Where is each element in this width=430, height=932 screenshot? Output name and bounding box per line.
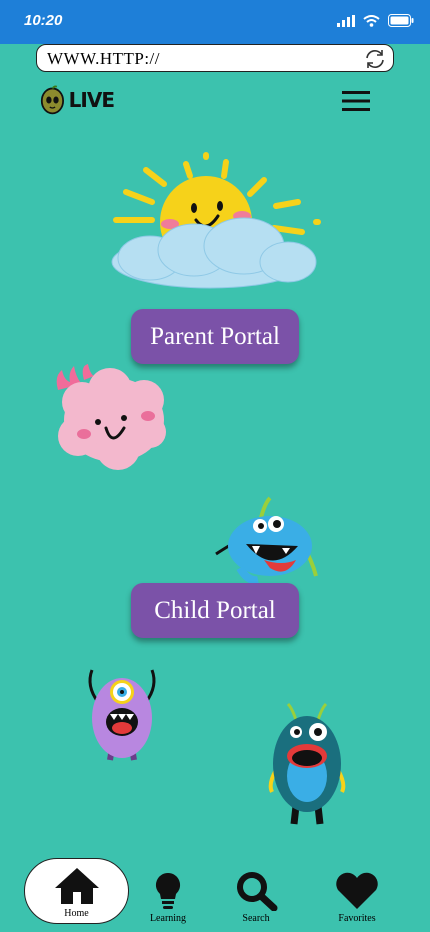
logo-text: LIVE bbox=[68, 88, 115, 112]
tab-favorites-label: Favorites bbox=[338, 913, 376, 924]
tab-learning[interactable]: Learning bbox=[140, 858, 196, 924]
child-portal-button[interactable]: Child Portal bbox=[131, 583, 299, 638]
wifi-icon bbox=[363, 14, 380, 27]
teal-monster-illustration bbox=[268, 702, 346, 825]
olive-logo-icon bbox=[40, 85, 65, 115]
tab-home[interactable]: Home bbox=[24, 858, 129, 924]
status-icons bbox=[337, 14, 414, 27]
lightbulb-icon bbox=[155, 872, 181, 909]
status-time: 10:20 bbox=[24, 12, 63, 29]
heart-icon bbox=[336, 872, 378, 909]
app-logo[interactable]: LIVE bbox=[40, 82, 115, 118]
home-icon bbox=[54, 868, 99, 904]
tab-home-label: Home bbox=[64, 908, 89, 919]
tab-favorites[interactable]: Favorites bbox=[326, 858, 388, 924]
status-bar: 10:20 bbox=[0, 0, 430, 44]
parent-portal-button[interactable]: Parent Portal bbox=[131, 309, 299, 364]
pink-monster-illustration bbox=[56, 364, 166, 470]
battery-icon bbox=[388, 14, 414, 27]
signal-icon bbox=[337, 14, 355, 27]
url-bar[interactable]: WWW.HTTP:// bbox=[36, 44, 394, 72]
reload-icon[interactable] bbox=[363, 47, 387, 71]
url-text: WWW.HTTP:// bbox=[47, 49, 160, 68]
sun-cloud-illustration bbox=[111, 152, 321, 289]
bottom-tab-bar: Home Learning Search Favorites bbox=[0, 858, 430, 932]
tab-search-label: Search bbox=[242, 913, 270, 924]
search-icon bbox=[237, 872, 278, 911]
purple-monster-illustration bbox=[88, 669, 156, 761]
hamburger-menu-icon[interactable] bbox=[342, 90, 370, 112]
blue-monster-illustration bbox=[215, 496, 318, 585]
tab-learning-label: Learning bbox=[149, 913, 187, 924]
tab-search[interactable]: Search bbox=[228, 858, 284, 924]
